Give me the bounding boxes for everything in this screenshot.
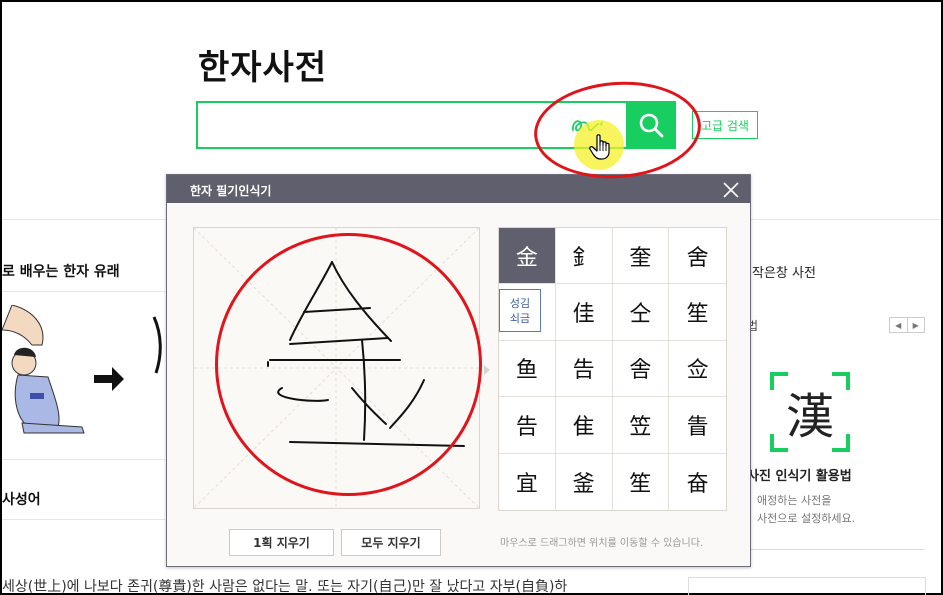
- dialog-header[interactable]: 한자 필기인식기: [167, 175, 750, 203]
- page-title: 한자사전: [198, 48, 328, 88]
- pager-prev-button[interactable]: ◀: [890, 318, 907, 332]
- candidate-character: 釒: [572, 245, 595, 271]
- search-input[interactable]: [198, 103, 538, 147]
- close-icon[interactable]: [723, 182, 739, 198]
- candidate-character: 奋: [686, 471, 709, 497]
- idiom-section-heading: 사성어: [2, 492, 41, 508]
- drag-hint: 마우스로 드래그하면 위치를 이동할 수 있습니다.: [500, 538, 704, 549]
- candidate-cell[interactable]: 釒: [555, 228, 613, 285]
- candidate-character: 佳: [572, 302, 595, 328]
- divider: [2, 291, 165, 292]
- divider: [2, 459, 165, 460]
- candidate-cell[interactable]: 笙: [669, 284, 726, 341]
- candidate-cell[interactable]: 笠: [612, 397, 670, 454]
- candidate-cell[interactable]: 舎: [612, 340, 670, 398]
- candidate-cell[interactable]: 眚: [669, 397, 726, 454]
- origin-section-heading: 로 배우는 한자 유래: [2, 264, 120, 280]
- candidate-cell[interactable]: 佥: [669, 341, 726, 398]
- undo-stroke-button[interactable]: 1획 지우기: [229, 529, 334, 556]
- pager-next-button[interactable]: ▶: [906, 318, 925, 332]
- content-box: [688, 577, 926, 595]
- reading-tooltip-line: 성김: [509, 296, 531, 310]
- origin-illustration: [2, 305, 162, 434]
- idiom-description: 세상(世上)에 나보다 존귀(尊貴)한 사람은 없다는 말. 또는 자기(自己)…: [2, 579, 568, 595]
- candidate-character: 隹: [572, 414, 595, 440]
- pager: ◀ ▶: [889, 317, 925, 333]
- candidate-grid: 金釒奎舍 성김 쇠금 佳仝笙鱼告舎佥告隹笠眚宜釜笙奋: [498, 227, 727, 511]
- recognizer-guide-desc: 애정하는 사전을: [757, 494, 832, 507]
- candidate-cell[interactable]: 舍: [669, 228, 726, 285]
- candidate-cell[interactable]: 奎: [612, 228, 670, 285]
- dialog-title: 한자 필기인식기: [190, 184, 272, 198]
- candidate-cell[interactable]: 隹: [555, 397, 613, 454]
- candidate-character: 金: [515, 245, 538, 271]
- candidate-cell[interactable]: 仝: [612, 284, 670, 341]
- divider: [747, 549, 925, 550]
- reading-tooltip: 성김 쇠금: [499, 289, 541, 333]
- reading-tooltip-line: 쇠금: [509, 311, 531, 325]
- candidate-character: 笠: [629, 414, 652, 440]
- candidate-cell[interactable]: 告: [555, 340, 613, 398]
- candidate-cell[interactable]: 성김 쇠금: [499, 284, 556, 341]
- candidate-character: 笙: [629, 471, 652, 497]
- advanced-search-button[interactable]: 고급 검색: [692, 111, 758, 139]
- candidate-cell[interactable]: 笙: [613, 453, 670, 510]
- candidate-character: 鱼: [515, 358, 538, 384]
- candidate-cell[interactable]: 宜: [499, 453, 556, 510]
- candidate-character: 舎: [629, 358, 652, 384]
- candidate-cell[interactable]: 金: [499, 228, 556, 285]
- candidate-character: 舍: [686, 245, 709, 271]
- annotation-circle: [215, 233, 482, 496]
- logo-character: 漢: [785, 389, 834, 445]
- candidate-character: 仝: [629, 302, 652, 328]
- candidate-cell[interactable]: 鱼: [499, 340, 556, 398]
- candidate-cell[interactable]: 奋: [669, 454, 726, 510]
- candidate-character: 宜: [515, 471, 538, 497]
- recognizer-guide-title[interactable]: 사진 인식기 활용법: [747, 465, 852, 484]
- candidate-cell[interactable]: 釜: [556, 453, 613, 510]
- recognizer-guide-desc: 사전으로 설정하세요.: [757, 512, 856, 525]
- candidate-character: 告: [572, 358, 595, 384]
- hanja-recognizer-logo: 漢: [770, 372, 850, 452]
- candidate-cell[interactable]: 告: [499, 397, 556, 454]
- clear-all-button[interactable]: 모두 지우기: [341, 529, 441, 556]
- candidate-character: 笙: [686, 302, 709, 328]
- canvas-resize-handle-icon: [484, 365, 490, 375]
- candidate-character: 佥: [686, 358, 709, 384]
- candidate-character: 奎: [629, 245, 652, 271]
- candidate-character: 眚: [686, 414, 709, 440]
- hand-cursor-icon: [589, 134, 610, 160]
- divider: [2, 519, 165, 520]
- mini-dictionary-link[interactable]: 작은창 사전: [752, 262, 816, 281]
- candidate-cell[interactable]: 佳: [555, 284, 613, 341]
- candidate-character: 告: [515, 414, 538, 440]
- candidate-character: 釜: [572, 471, 595, 497]
